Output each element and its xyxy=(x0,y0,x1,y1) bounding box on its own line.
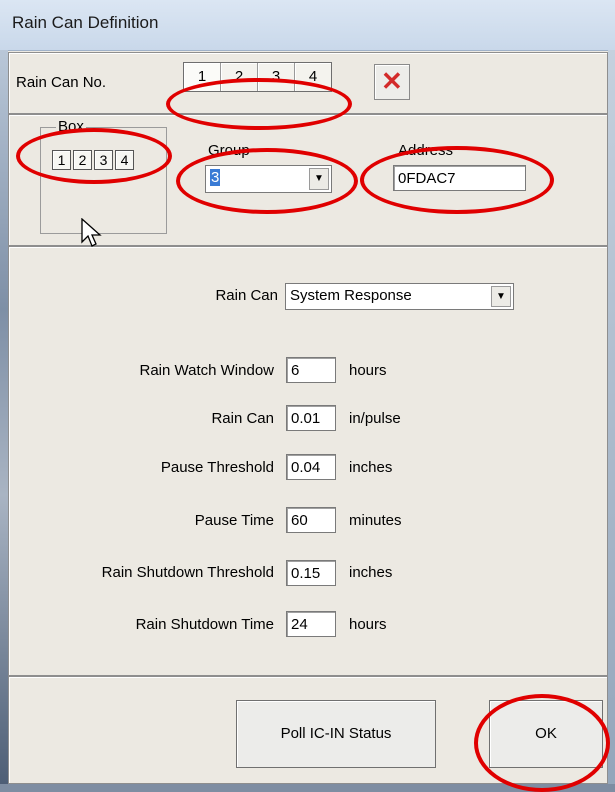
group-dropdown[interactable]: 3 ▼ xyxy=(205,165,332,193)
rain-can-tab-3[interactable]: 3 xyxy=(258,63,295,91)
rain-can-rate-input[interactable] xyxy=(286,405,336,431)
box-button-1[interactable]: 1 xyxy=(52,150,71,170)
rain-can-tab-2[interactable]: 2 xyxy=(221,63,258,91)
pause-time-unit: minutes xyxy=(349,512,402,529)
group-value: 3 xyxy=(210,169,221,186)
pause-threshold-label: Pause Threshold xyxy=(160,459,274,476)
rain-can-type-value: System Response xyxy=(290,287,412,304)
pause-threshold-unit: inches xyxy=(349,459,393,476)
window-left-border xyxy=(0,50,8,792)
address-input[interactable] xyxy=(393,165,526,191)
box-groupbox xyxy=(40,127,167,234)
rain-shutdown-time-label: Rain Shutdown Time xyxy=(135,616,274,633)
address-label: Address xyxy=(398,142,454,159)
pause-time-label: Pause Time xyxy=(194,512,274,529)
rain-shutdown-threshold-label: Rain Shutdown Threshold xyxy=(101,564,274,581)
box-button-2[interactable]: 2 xyxy=(73,150,92,170)
rain-can-definition-window: Rain Can Definition Rain Can No. 1 2 3 4… xyxy=(0,0,615,792)
rain-shutdown-time-input[interactable] xyxy=(286,611,336,637)
rain-can-type-label: Rain Can xyxy=(215,287,278,304)
rain-watch-window-unit: hours xyxy=(349,362,387,379)
rain-can-rate-unit: in/pulse xyxy=(349,410,401,427)
box-buttons: 1 2 3 4 xyxy=(52,150,134,170)
delete-button[interactable]: ✕ xyxy=(374,64,410,100)
window-bottom-border xyxy=(0,784,615,792)
rain-can-no-label: Rain Can No. xyxy=(16,74,107,91)
pause-threshold-input[interactable] xyxy=(286,454,336,480)
rain-shutdown-time-unit: hours xyxy=(349,616,387,633)
chevron-down-icon[interactable]: ▼ xyxy=(309,168,329,190)
rain-can-no-tabs: 1 2 3 4 xyxy=(183,62,332,92)
rain-watch-window-label: Rain Watch Window xyxy=(139,362,275,379)
rain-can-tab-4[interactable]: 4 xyxy=(295,63,331,91)
group-label: Group xyxy=(208,142,250,159)
rain-can-tab-1[interactable]: 1 xyxy=(184,63,221,91)
red-x-icon: ✕ xyxy=(381,66,403,96)
poll-ic-in-status-button[interactable]: Poll IC-IN Status xyxy=(236,700,436,768)
window-title: Rain Can Definition xyxy=(12,13,159,32)
rain-can-type-dropdown[interactable]: System Response ▼ xyxy=(285,283,514,310)
box-button-4[interactable]: 4 xyxy=(115,150,134,170)
chevron-down-icon[interactable]: ▼ xyxy=(491,286,511,307)
box-button-3[interactable]: 3 xyxy=(94,150,113,170)
window-right-border xyxy=(608,50,615,792)
rain-shutdown-threshold-unit: inches xyxy=(349,564,393,581)
title-bar: Rain Can Definition xyxy=(0,0,615,51)
mouse-cursor-icon xyxy=(81,218,102,247)
ok-button[interactable]: OK xyxy=(489,700,603,768)
pause-time-input[interactable] xyxy=(286,507,336,533)
rain-shutdown-threshold-input[interactable] xyxy=(286,560,336,586)
rain-watch-window-input[interactable] xyxy=(286,357,336,383)
rain-can-rate-label: Rain Can xyxy=(211,410,274,427)
box-legend: Box xyxy=(56,118,86,135)
